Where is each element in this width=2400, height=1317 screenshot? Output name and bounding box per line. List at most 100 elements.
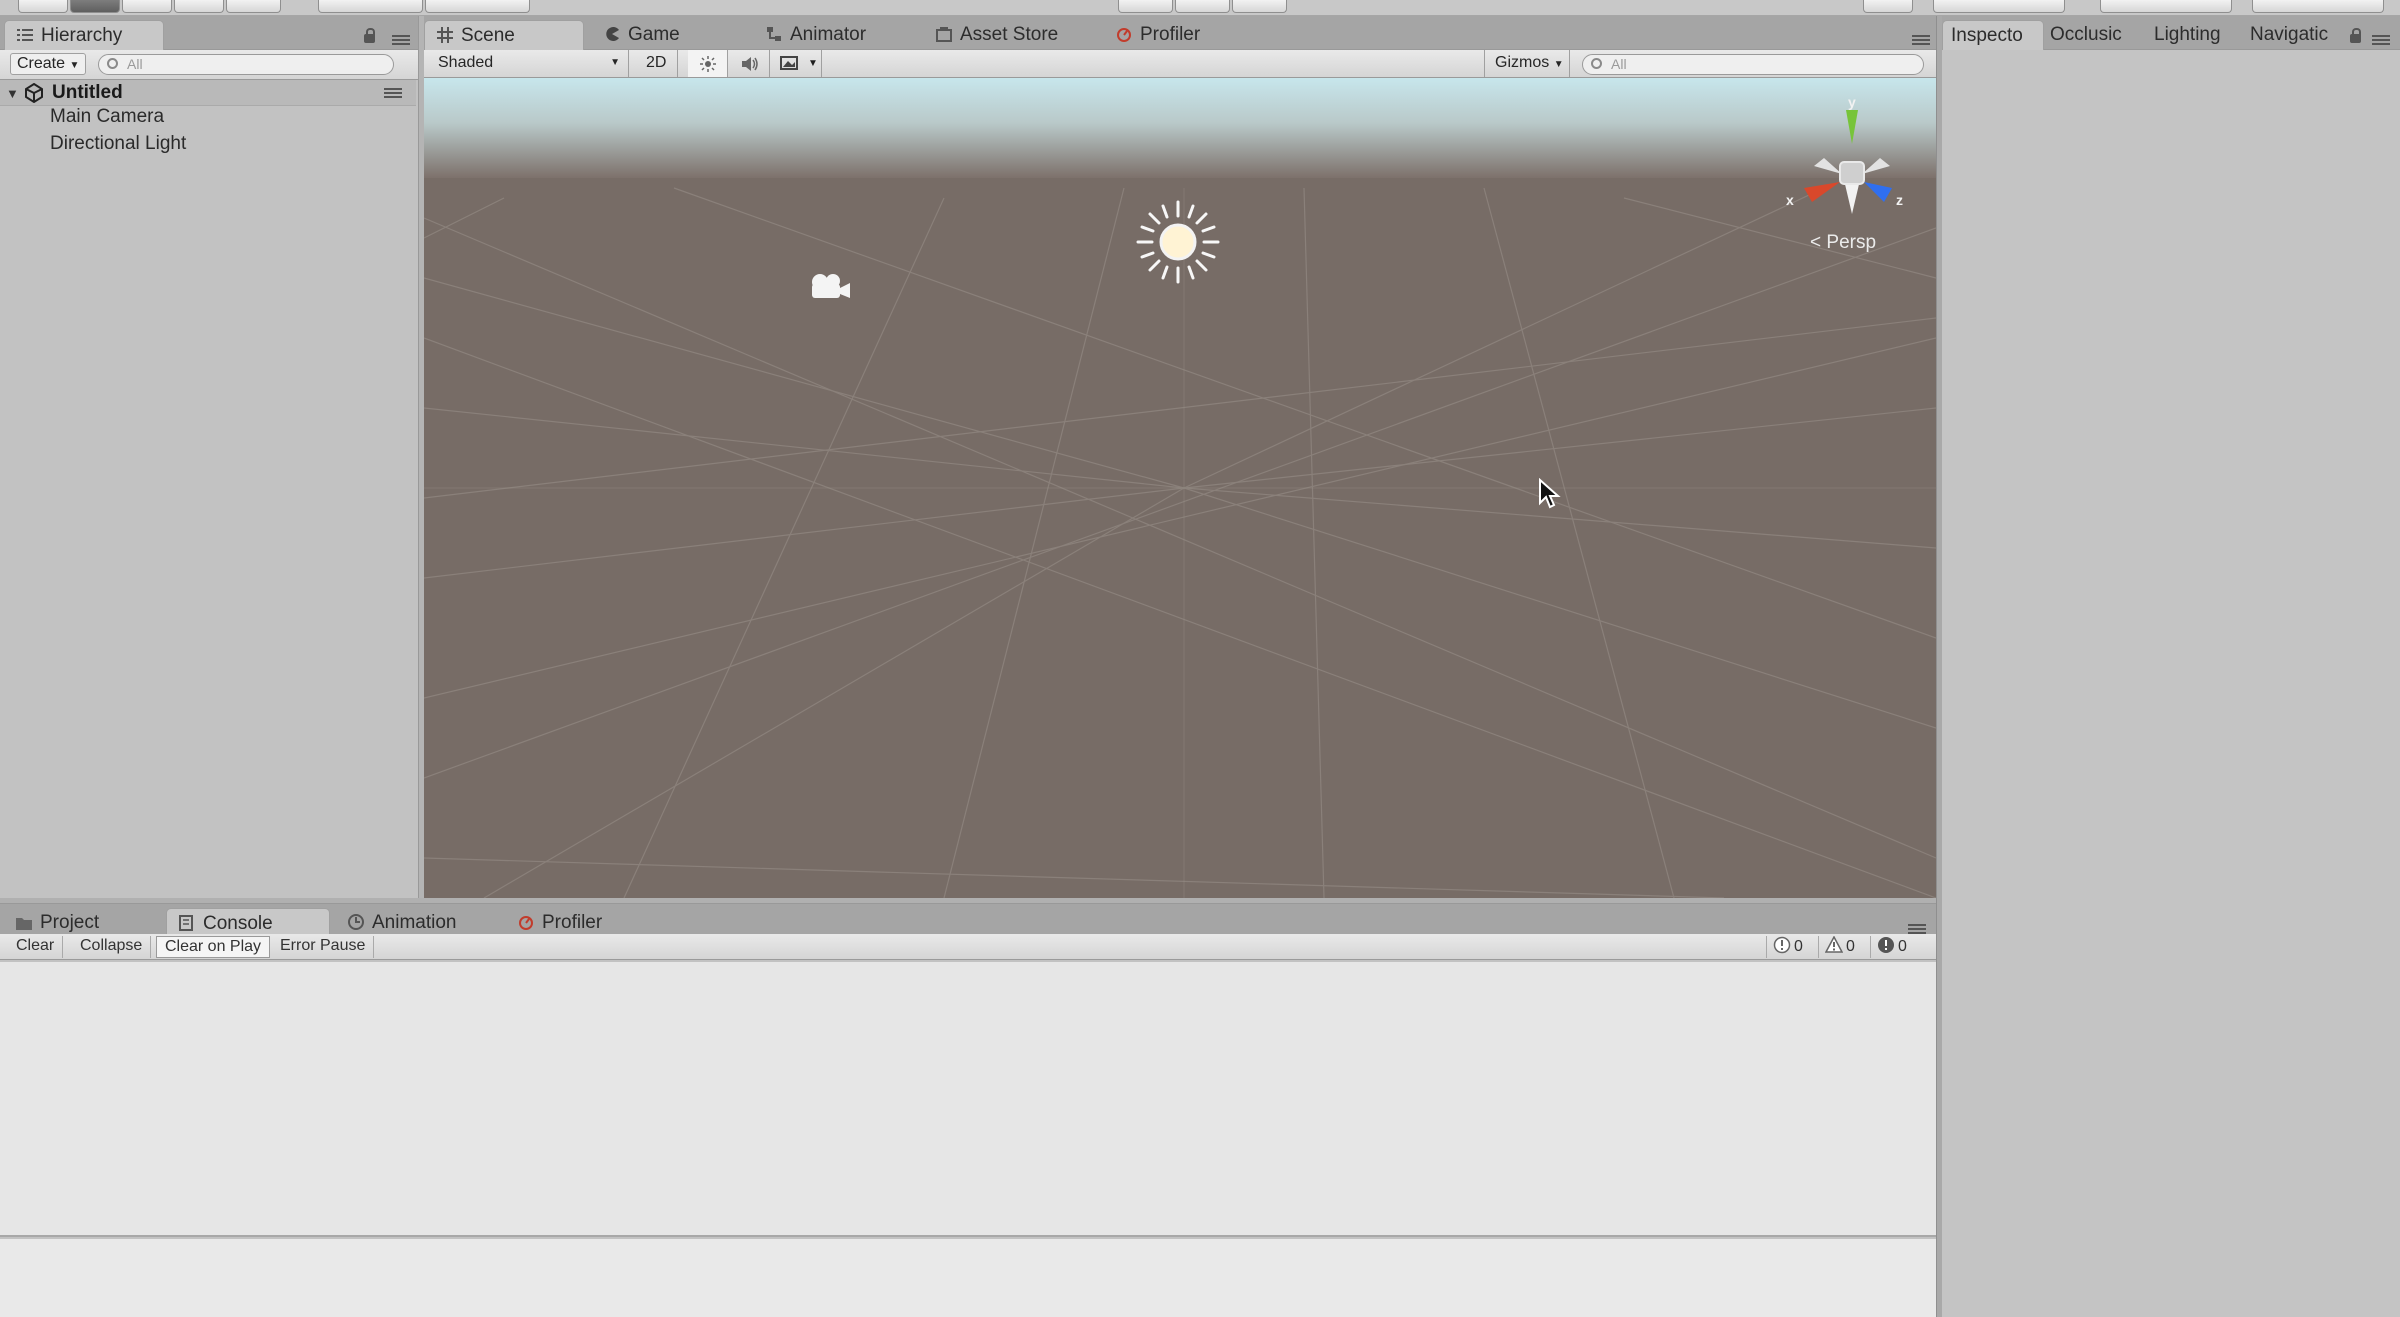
tab-hierarchy[interactable]: Hierarchy — [4, 20, 164, 50]
inspector-menu-icon[interactable] — [2372, 35, 2390, 45]
tab-navigation[interactable]: Navigatic — [2242, 20, 2328, 50]
hand-tool-button[interactable] — [18, 0, 68, 13]
speaker-icon — [742, 56, 760, 77]
scene-row[interactable]: ▼ Untitled — [0, 80, 416, 106]
lock-icon[interactable] — [2350, 28, 2361, 43]
gizmo-y-label: y — [1848, 94, 1856, 110]
tab-occlusion[interactable]: Occlusic — [2042, 20, 2122, 50]
gizmo-x-label: x — [1786, 192, 1794, 208]
pause-button[interactable] — [1175, 0, 1230, 13]
main-camera-icon[interactable] — [806, 270, 852, 304]
warning-count: 0 — [1846, 938, 1855, 955]
sky-gradient — [424, 78, 1936, 178]
tab-scene[interactable]: Scene — [424, 20, 584, 50]
hierarchy-search-input[interactable]: All — [98, 54, 394, 75]
rect-tool-button[interactable] — [226, 0, 281, 13]
scene-tabstrip: Scene Game Animator Asset Store Profiler — [424, 16, 1936, 50]
scene-toolbar: Shaded ▼ 2D ▼ Gizmos ▼ All — [424, 50, 1936, 78]
scene-menu-icon[interactable] — [384, 88, 402, 98]
play-button[interactable] — [1118, 0, 1173, 13]
clear-on-play-toggle[interactable]: Clear on Play — [156, 936, 271, 958]
shading-mode-label: Shaded — [438, 54, 494, 71]
create-label: Create — [17, 55, 66, 72]
gizmo-y-cone[interactable] — [1846, 110, 1858, 144]
tab-project-label: Project — [40, 912, 100, 933]
scene-name: Untitled — [52, 82, 123, 103]
pivot-center-toggle[interactable] — [318, 0, 423, 13]
list-icon — [17, 23, 33, 41]
dropdown-arrow-icon: ▼ — [69, 60, 80, 71]
scene-viewport[interactable]: x y z < Persp — [424, 78, 1936, 898]
pivot-global-toggle[interactable] — [425, 0, 530, 13]
gizmo-center-cube[interactable] — [1839, 161, 1865, 185]
gizmo-x-cone[interactable] — [1804, 182, 1840, 202]
search-placeholder: All — [1611, 56, 1627, 72]
hierarchy-item-directional-light[interactable]: Directional Light — [50, 133, 186, 155]
expand-triangle-icon[interactable]: ▼ — [6, 86, 19, 101]
gizmo-z-label: z — [1896, 192, 1903, 208]
orientation-gizmo[interactable]: x y z — [1784, 94, 1914, 226]
search-icon — [107, 58, 118, 69]
mouse-cursor-icon — [1538, 477, 1562, 515]
profiler-icon — [518, 910, 534, 930]
gizmos-dropdown[interactable]: Gizmos ▼ — [1484, 50, 1570, 77]
error-pause-toggle[interactable]: Error Pause — [272, 936, 375, 958]
panel-menu-icon[interactable] — [392, 35, 410, 45]
tab-lighting[interactable]: Lighting — [2146, 20, 2221, 50]
projection-label: Persp — [1826, 232, 1877, 253]
sun-icon — [700, 56, 716, 77]
projection-toggle[interactable]: < Persp — [1810, 232, 1876, 254]
error-count-toggle[interactable]: 0 — [1870, 936, 1924, 958]
error-icon — [1877, 936, 1895, 954]
tab-inspector[interactable]: Inspecto — [1942, 20, 2044, 50]
console-log-list[interactable] — [0, 962, 1936, 1237]
collapse-button[interactable]: Collapse — [72, 936, 152, 958]
hierarchy-item-main-camera[interactable]: Main Camera — [50, 106, 164, 128]
tab-asset-store-label: Asset Store — [960, 24, 1059, 45]
console-panel: Project Console Animation Profiler Clear… — [0, 904, 1936, 1317]
directional-light-sun-icon[interactable] — [1136, 200, 1220, 284]
layers-dropdown[interactable] — [2100, 0, 2232, 13]
tab-game-label: Game — [628, 24, 680, 45]
scene-audio-toggle[interactable] — [730, 50, 770, 77]
lock-icon[interactable] — [364, 28, 375, 43]
account-dropdown[interactable] — [1933, 0, 2065, 13]
tab-asset-store[interactable]: Asset Store — [924, 20, 1058, 50]
scene-effects-dropdown[interactable]: ▼ — [772, 50, 822, 77]
tab-profiler[interactable]: Profiler — [1104, 20, 1200, 50]
console-detail-area[interactable] — [0, 1239, 1936, 1317]
console-toolbar: Clear Collapse Clear on Play Error Pause… — [0, 934, 1936, 960]
gizmo-z-cone[interactable] — [1864, 182, 1892, 202]
tab-animator[interactable]: Animator — [754, 20, 866, 50]
dropdown-arrow-icon: ▼ — [808, 58, 818, 69]
scale-tool-button[interactable] — [174, 0, 224, 13]
warning-count-toggle[interactable]: 0 — [1818, 935, 1870, 958]
scene-search-input[interactable]: All — [1582, 54, 1924, 75]
scene-panel-menu-icon[interactable] — [1912, 35, 1930, 45]
tab-hierarchy-label: Hierarchy — [41, 25, 123, 46]
cloud-button[interactable] — [1863, 0, 1913, 13]
layout-dropdown[interactable] — [2252, 0, 2384, 13]
toggle-2d-button[interactable]: 2D — [638, 50, 678, 77]
pacman-icon — [604, 22, 620, 41]
create-dropdown[interactable]: Create ▼ — [10, 53, 87, 75]
inspector-tabstrip: Inspecto Occlusic Lighting Navigatic — [1942, 16, 2400, 50]
tab-animation-label: Animation — [372, 912, 457, 933]
console-tabstrip: Project Console Animation Profiler — [0, 904, 1936, 938]
console-icon — [179, 911, 195, 931]
animator-icon — [766, 22, 782, 41]
tab-game[interactable]: Game — [592, 20, 680, 50]
shading-mode-dropdown[interactable]: Shaded ▼ — [424, 50, 629, 77]
scene-lighting-toggle[interactable] — [688, 50, 728, 77]
move-tool-button[interactable] — [70, 0, 120, 13]
hierarchy-tabstrip: Hierarchy — [0, 16, 418, 50]
unity-scene-icon — [24, 82, 44, 108]
step-button[interactable] — [1232, 0, 1287, 13]
rotate-tool-button[interactable] — [122, 0, 172, 13]
info-count-toggle[interactable]: 0 — [1766, 936, 1818, 958]
dropdown-arrow-icon: ▼ — [1553, 59, 1564, 70]
console-menu-icon[interactable] — [1908, 924, 1926, 934]
folder-icon — [16, 910, 32, 930]
grid-icon — [437, 23, 453, 43]
clear-button[interactable]: Clear — [8, 936, 64, 958]
